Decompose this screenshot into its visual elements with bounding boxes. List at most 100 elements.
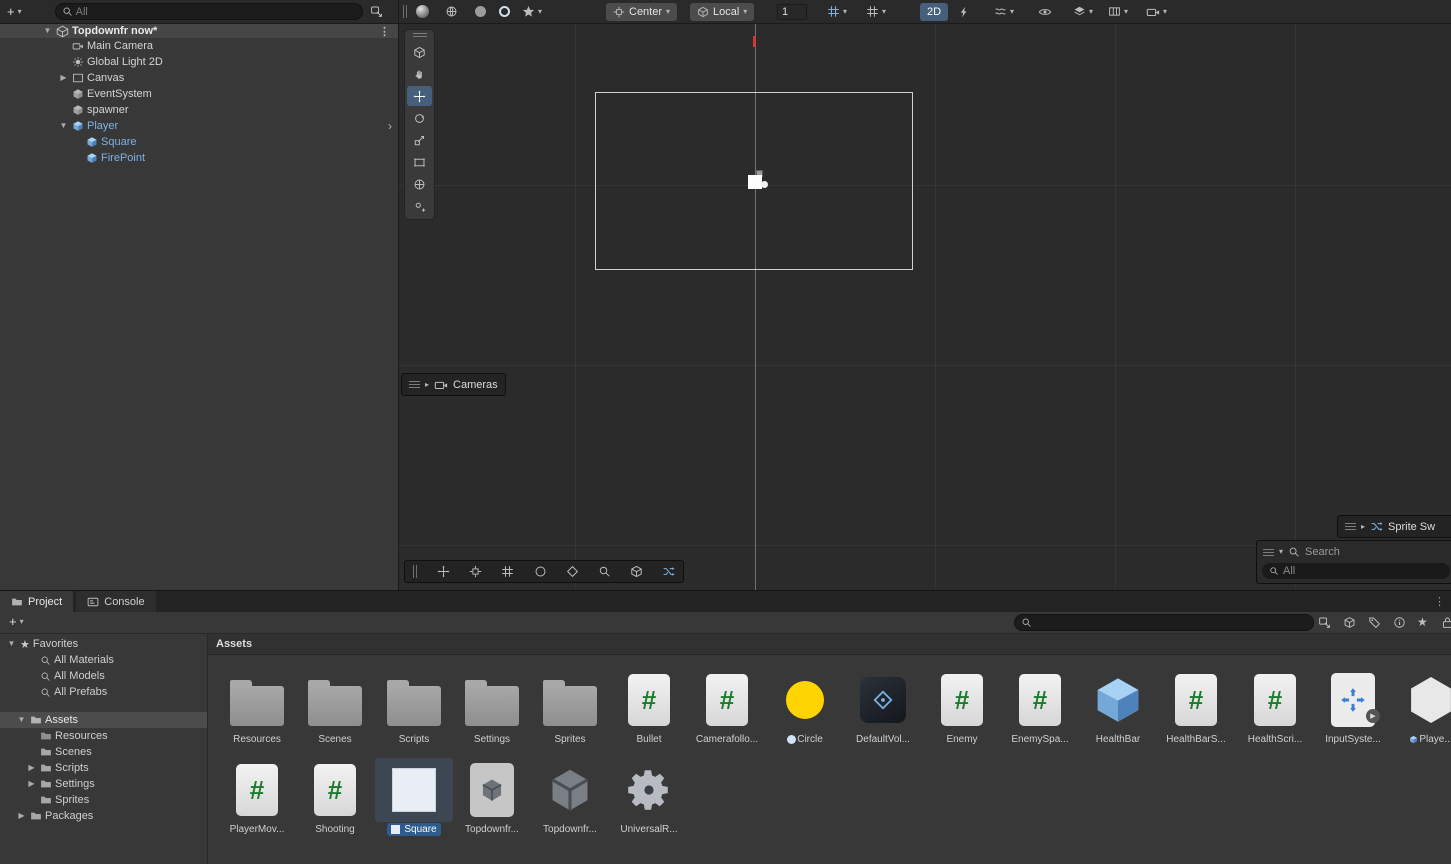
tool-context-button[interactable] (407, 42, 432, 62)
tree-all-materials[interactable]: All Materials (0, 652, 207, 668)
overlay-grip[interactable] (409, 381, 420, 388)
flare-toggle-icon[interactable] (475, 0, 486, 23)
anchor-tool-icon[interactable] (469, 565, 482, 578)
custom-tools-button[interactable] (407, 196, 432, 216)
overlay-grip[interactable] (1263, 548, 1274, 556)
scale-tool-button[interactable] (407, 130, 432, 150)
transform-tool-button[interactable] (407, 174, 432, 194)
pivot-mode-dropdown[interactable]: Center ▾ (606, 2, 678, 21)
foldout-closed-icon[interactable]: ▶ (58, 74, 69, 82)
asset-item[interactable]: Topdownfr... (453, 758, 531, 836)
tab-console[interactable]: Console (76, 591, 156, 612)
asset-item[interactable]: # Bullet (610, 668, 688, 746)
grid-size-field[interactable] (777, 3, 807, 20)
toolbar-grip[interactable] (403, 5, 408, 18)
player-sprite[interactable] (748, 170, 770, 191)
tab-project[interactable]: Project (0, 591, 74, 612)
asset-item[interactable]: # HealthBarS... (1157, 668, 1235, 746)
tree-assets[interactable]: ▼ Assets (0, 712, 207, 728)
asset-item[interactable]: # Camerafollo... (688, 668, 766, 746)
scene-view[interactable]: ▸ Cameras ▸ Sprite Sw ▾ Search All (399, 24, 1451, 590)
tree-favorites[interactable]: ▼ ★ Favorites (0, 636, 207, 652)
handle-rotation-dropdown[interactable]: Local ▾ (690, 2, 755, 21)
zoom-tool-icon[interactable] (598, 565, 611, 578)
scene-visibility-toggle[interactable] (1038, 0, 1052, 23)
asset-item[interactable]: # HealthScri... (1236, 668, 1314, 746)
asset-item[interactable]: Scripts (375, 668, 453, 746)
hierarchy-item-square[interactable]: Square (0, 134, 398, 150)
info-icon[interactable] (1393, 616, 1406, 629)
tree-scenes[interactable]: Scenes (0, 744, 207, 760)
skybox-toggle-icon[interactable] (445, 0, 458, 23)
search-overlay-input[interactable]: All (1262, 563, 1450, 579)
hierarchy-search-input[interactable] (75, 5, 356, 18)
cameras-overlay[interactable]: ▸ Cameras (401, 373, 506, 396)
expand-icon[interactable]: ▸ (425, 380, 429, 389)
hierarchy-search[interactable] (54, 3, 363, 20)
tree-settings[interactable]: ▶ Settings (0, 776, 207, 792)
circle-tool-icon[interactable] (534, 565, 547, 578)
render-mode-icon[interactable] (416, 0, 429, 23)
asset-item[interactable]: Settings (453, 668, 531, 746)
asset-item[interactable]: Sprites (531, 668, 609, 746)
asset-item[interactable]: Circle (766, 668, 844, 746)
foldout-closed-icon[interactable]: ▶ (26, 780, 37, 788)
asset-item[interactable]: UniversalR... (610, 758, 688, 836)
asset-item[interactable]: # Shooting (296, 758, 374, 836)
create-asset-button[interactable]: + ▾ (2, 614, 31, 629)
hierarchy-item-main-camera[interactable]: Main Camera (0, 38, 398, 54)
asset-item[interactable]: # Enemy (923, 668, 1001, 746)
scene-header-row[interactable]: ▼ Topdownfr now* ⋮ (0, 24, 398, 38)
asset-item[interactable]: Scenes (296, 668, 374, 746)
asset-item-selected[interactable]: Square (375, 758, 453, 836)
expand-icon[interactable]: ▸ (1361, 522, 1365, 531)
tree-all-models[interactable]: All Models (0, 668, 207, 684)
asset-item[interactable]: ▶ InputSyste... (1314, 668, 1392, 746)
search-overlay[interactable]: ▾ Search All (1256, 540, 1451, 584)
scene-options-icon[interactable]: ⋮ (371, 25, 398, 38)
foldout-closed-icon[interactable]: ▶ (16, 812, 27, 820)
foldout-open-icon[interactable]: ▼ (58, 122, 69, 130)
add-gameobject-button[interactable]: + ▾ (0, 4, 29, 19)
rect-tool-button[interactable] (407, 152, 432, 172)
hierarchy-item-canvas[interactable]: ▶ Canvas (0, 70, 398, 86)
project-search[interactable] (1014, 614, 1314, 631)
hierarchy-item-firepoint[interactable]: FirePoint (0, 150, 398, 166)
tree-all-prefabs[interactable]: All Prefabs (0, 684, 207, 700)
picker-window-icon[interactable] (370, 5, 383, 18)
hierarchy-item-global-light[interactable]: Global Light 2D (0, 54, 398, 70)
grid-visibility-dropdown[interactable]: ▾ (827, 0, 847, 23)
hierarchy-item-eventsystem[interactable]: EventSystem (0, 86, 398, 102)
sprite-swap-overlay[interactable]: ▸ Sprite Sw (1337, 515, 1451, 538)
component-view-dropdown[interactable]: ▾ (1108, 0, 1128, 23)
asset-item[interactable]: # EnemySpa... (1001, 668, 1079, 746)
asset-item[interactable]: # PlayerMov... (218, 758, 296, 836)
sprite-swap-tool-icon[interactable] (662, 565, 675, 578)
foldout-open-icon[interactable]: ▼ (16, 716, 27, 724)
tree-packages[interactable]: ▶ Packages (0, 808, 207, 824)
tree-resources[interactable]: Resources (0, 728, 207, 744)
rotate-tool-button[interactable] (407, 108, 432, 128)
project-search-input[interactable] (1035, 616, 1307, 629)
splitter[interactable] (207, 634, 208, 864)
move-tool-button[interactable] (407, 86, 432, 106)
scene-lighting-toggle[interactable] (958, 0, 970, 23)
grid-snapping-dropdown[interactable]: ▾ (866, 0, 886, 23)
tree-scripts[interactable]: ▶ Scripts (0, 760, 207, 776)
asset-item[interactable]: Resources (218, 668, 296, 746)
overlay-grip[interactable] (1345, 523, 1356, 530)
hierarchy-item-spawner[interactable]: spawner (0, 102, 398, 118)
foldout-open-icon[interactable]: ▼ (42, 27, 53, 35)
asset-item[interactable]: Topdownfr... (531, 758, 609, 836)
open-prefab-icon[interactable]: › (382, 119, 398, 133)
material-tool-icon[interactable] (630, 565, 643, 578)
favorites-star-icon[interactable]: ★ (1417, 615, 1428, 629)
2d-mode-toggle[interactable]: 2D (920, 2, 949, 21)
collapse-icon[interactable]: ▾ (1279, 548, 1283, 556)
overlay-grip[interactable] (412, 33, 427, 38)
label-filter-icon[interactable] (1368, 616, 1381, 629)
effects-dropdown[interactable]: ▾ (522, 0, 542, 23)
post-process-toggle-icon[interactable] (499, 0, 510, 23)
grid-snap-icon[interactable] (501, 565, 514, 578)
package-filter-icon[interactable] (1343, 616, 1356, 629)
